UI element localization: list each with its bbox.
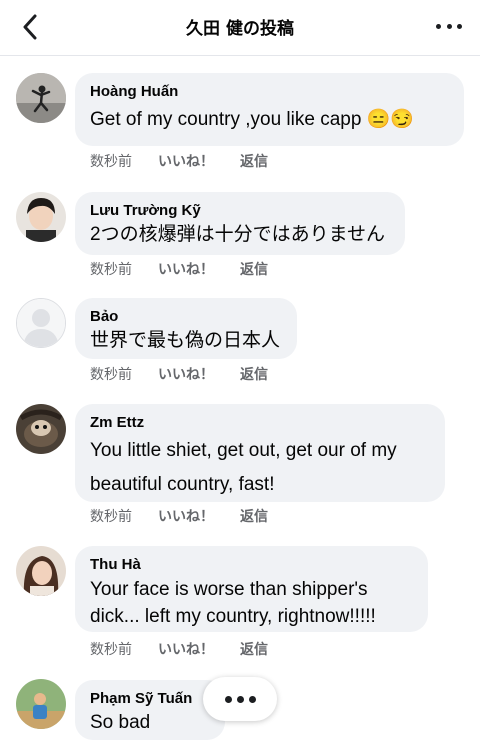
avatar-photo-icon: [16, 546, 66, 596]
comment-author[interactable]: Lưu Trường Kỹ: [90, 200, 390, 222]
reply-button[interactable]: 返信: [240, 364, 268, 384]
typing-dot-icon: [224, 695, 232, 703]
comment-author[interactable]: Bảo: [90, 306, 282, 328]
comment-author[interactable]: Thu Hà: [90, 554, 413, 576]
like-button[interactable]: いいね！: [158, 364, 240, 384]
comment-actions: 数秒前 いいね！ 返信: [90, 259, 268, 279]
reply-button[interactable]: 返信: [240, 506, 268, 526]
comment-bubble[interactable]: Thu Hà Your face is worse than shipper's…: [75, 546, 428, 632]
avatar-photo-icon: [16, 73, 66, 123]
post-header: 久田 健の投稿: [0, 0, 480, 56]
avatar[interactable]: [16, 546, 66, 596]
comment-text-line: beautiful country, fast!: [90, 474, 275, 495]
comment-actions: 数秒前 いいね！ 返信: [90, 151, 268, 171]
more-dot-icon: [446, 23, 452, 29]
comment-bubble[interactable]: Lưu Trường Kỹ 2つの核爆弾は十分ではありません: [75, 192, 405, 255]
like-button[interactable]: いいね！: [158, 151, 240, 171]
avatar-photo-icon: [16, 404, 66, 454]
default-avatar-icon: [17, 299, 65, 347]
typing-dot-icon: [236, 695, 244, 703]
avatar[interactable]: [16, 298, 66, 348]
comment-text: 2つの核爆弾は十分ではありません: [90, 224, 385, 245]
comment-text-line: You little shiet, get out, get our of my: [90, 440, 397, 461]
comment-timestamp: 数秒前: [90, 367, 132, 383]
comment-text: Your face is worse than shipper's dick..…: [90, 576, 413, 630]
comment-text: 世界で最も偽の日本人: [90, 330, 281, 351]
comment-bubble[interactable]: Phạm Sỹ Tuấn So bad: [75, 680, 225, 740]
comment-author[interactable]: Zm Ettz: [90, 412, 430, 434]
reply-button[interactable]: 返信: [240, 151, 268, 171]
avatar[interactable]: [16, 404, 66, 454]
typing-indicator: [203, 677, 277, 721]
comment-timestamp: 数秒前: [90, 642, 132, 658]
comment-bubble[interactable]: Zm Ettz You little shiet, get out, get o…: [75, 404, 445, 502]
page-title: 久田 健の投稿: [186, 19, 294, 39]
avatar[interactable]: [16, 73, 66, 123]
comment-text: You little shiet, get out, get our of my…: [90, 434, 430, 502]
comment-text: Get of my country ,you like capp 😑😏: [90, 109, 414, 130]
reply-button[interactable]: 返信: [240, 639, 268, 659]
comment-actions: 数秒前 いいね！ 返信: [90, 506, 268, 526]
comment-text-line: Your face is worse than shipper's: [90, 579, 368, 600]
comment-timestamp: 数秒前: [90, 509, 132, 525]
comment-actions: 数秒前 いいね！ 返信: [90, 639, 268, 659]
comment-bubble[interactable]: Hoàng Huấn Get of my country ,you like c…: [75, 73, 464, 146]
avatar-photo-icon: [16, 679, 66, 729]
like-button[interactable]: いいね！: [158, 259, 240, 279]
comment-timestamp: 数秒前: [90, 262, 132, 278]
comment-actions: 数秒前 いいね！ 返信: [90, 364, 268, 384]
avatar-photo-icon: [16, 192, 66, 242]
comment-author[interactable]: Hoàng Huấn: [90, 81, 449, 103]
avatar[interactable]: [16, 192, 66, 242]
more-options-button[interactable]: [436, 14, 462, 38]
reply-button[interactable]: 返信: [240, 259, 268, 279]
comment-bubble[interactable]: Bảo 世界で最も偽の日本人: [75, 298, 297, 359]
like-button[interactable]: いいね！: [158, 506, 240, 526]
more-dot-icon: [457, 23, 462, 29]
typing-dot-icon: [248, 695, 256, 703]
comment-text: So bad: [90, 712, 151, 733]
comment-text-line: dick... left my country, rightnow!!!!!: [90, 606, 376, 627]
comment-author[interactable]: Phạm Sỹ Tuấn: [90, 688, 210, 710]
avatar[interactable]: [16, 679, 66, 729]
comment-timestamp: 数秒前: [90, 154, 132, 170]
like-button[interactable]: いいね！: [158, 639, 240, 659]
more-dot-icon: [436, 23, 441, 29]
